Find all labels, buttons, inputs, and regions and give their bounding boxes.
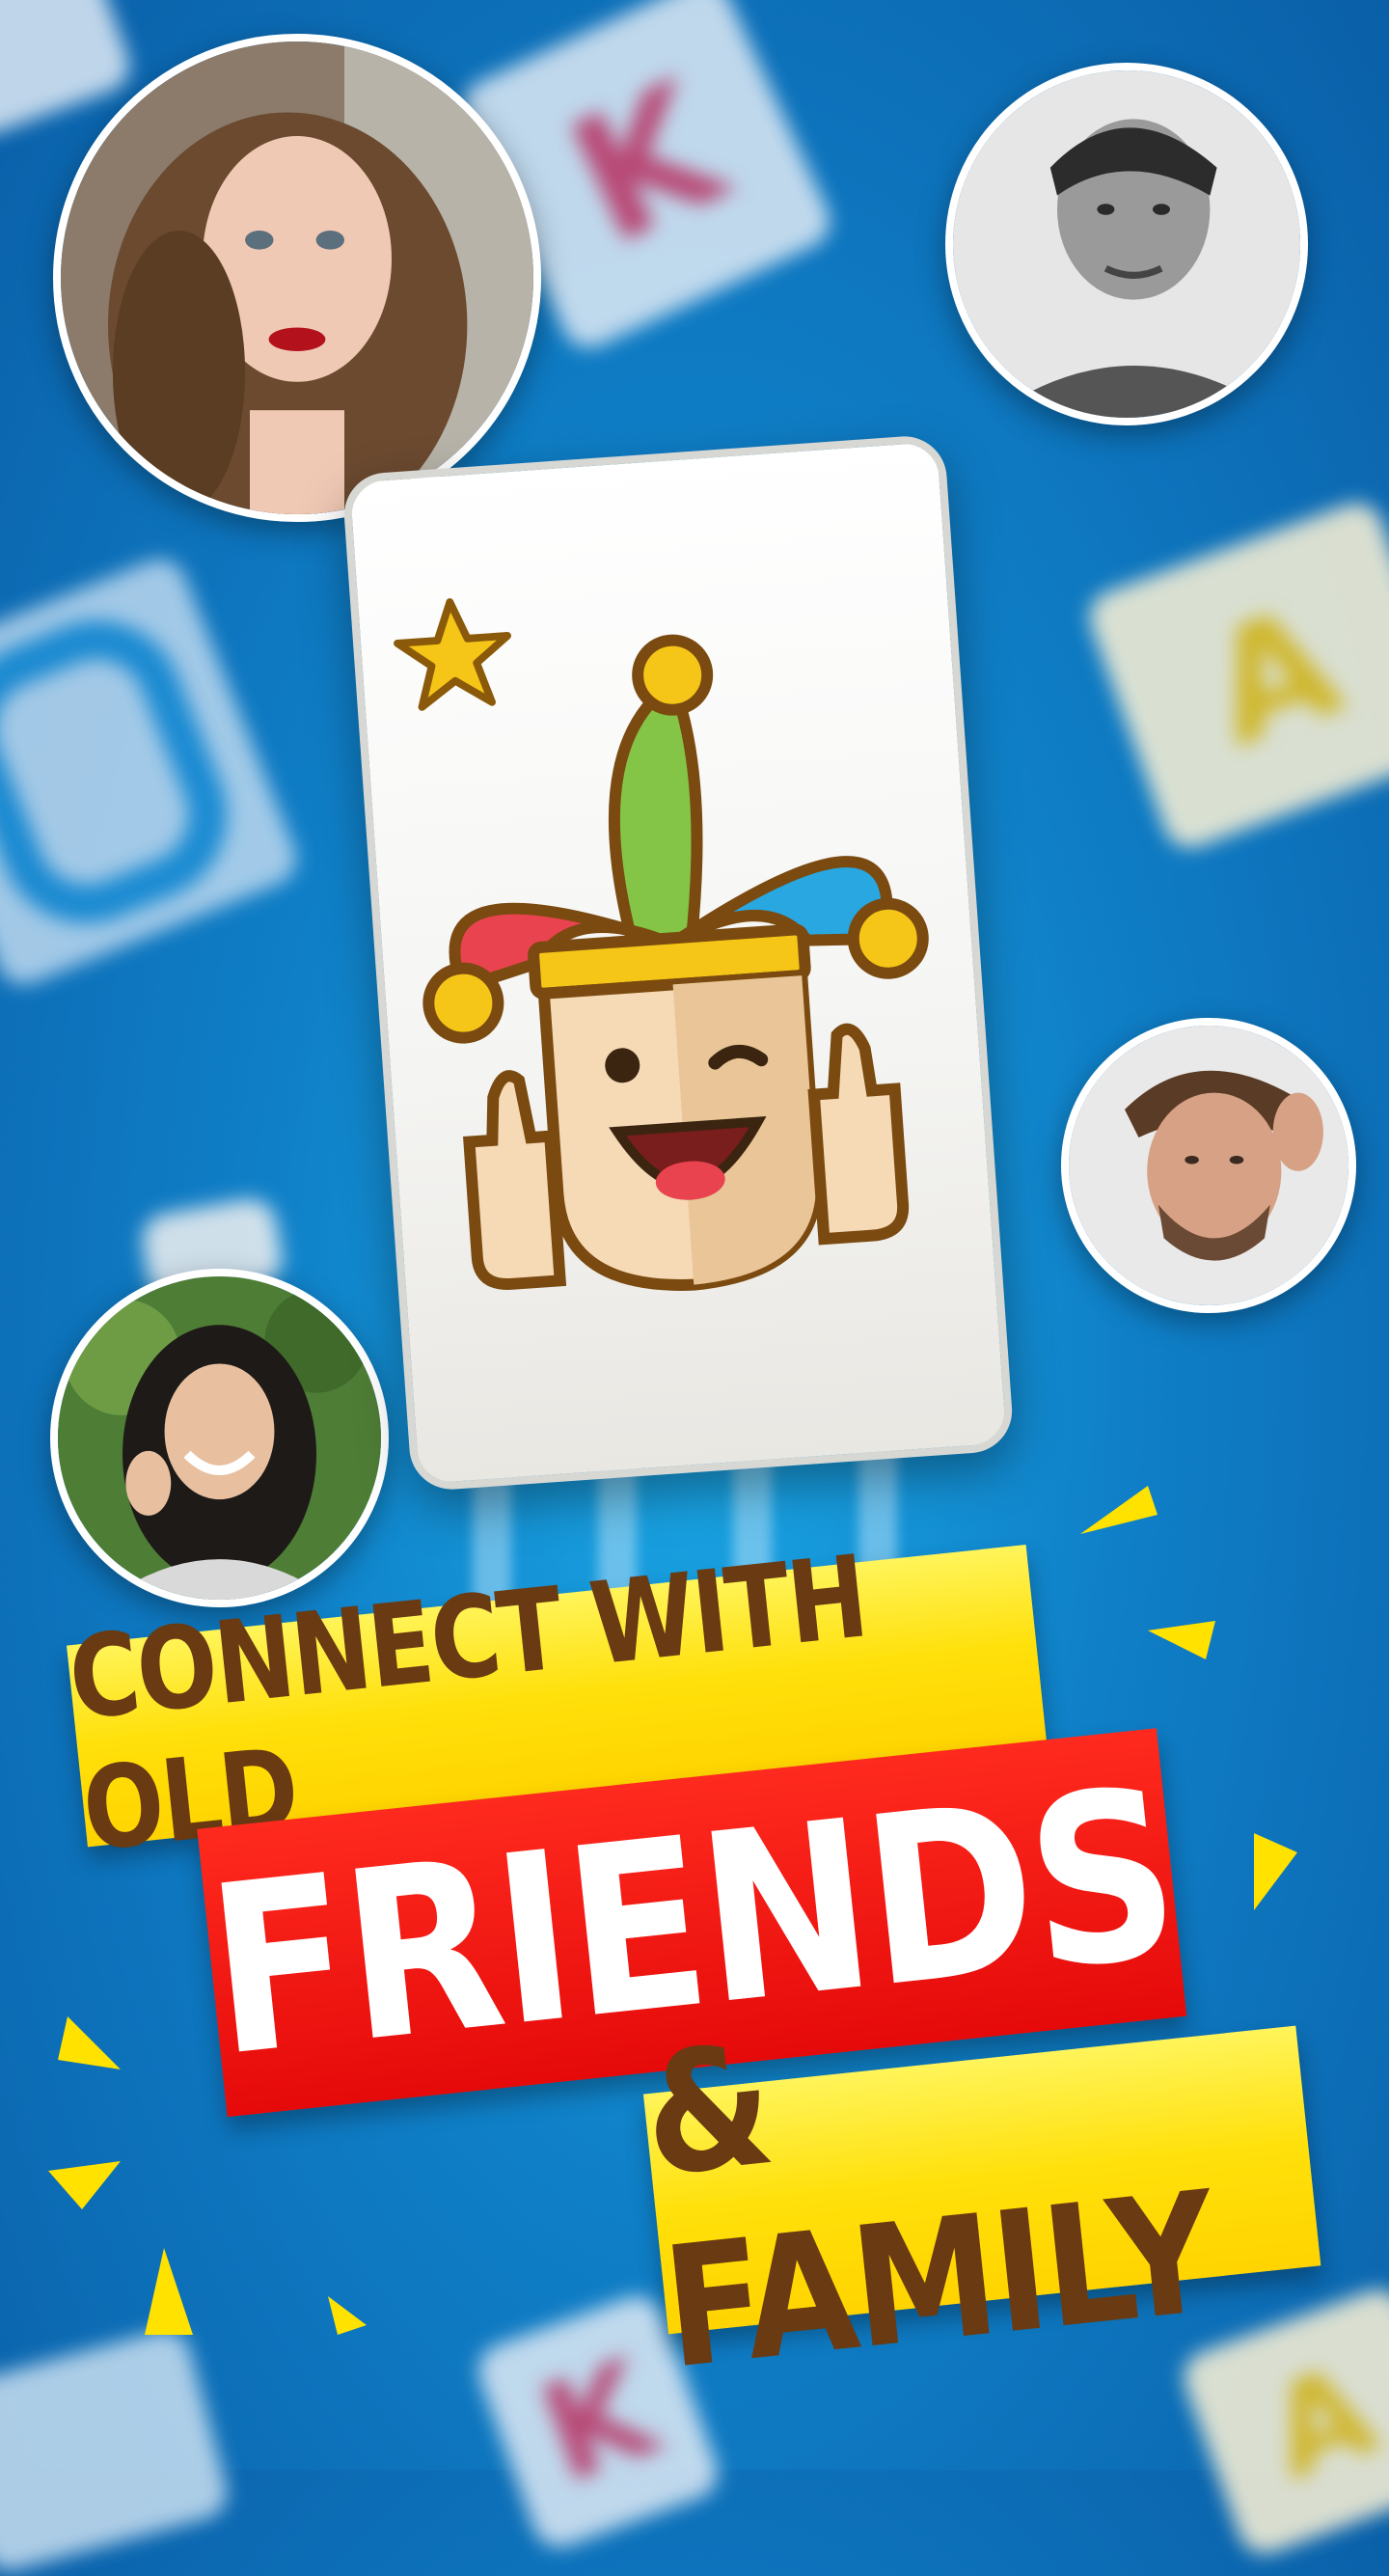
banner-family: & FAMILY (636, 2010, 1321, 2406)
headline-line3: & FAMILY (636, 2009, 1223, 2407)
